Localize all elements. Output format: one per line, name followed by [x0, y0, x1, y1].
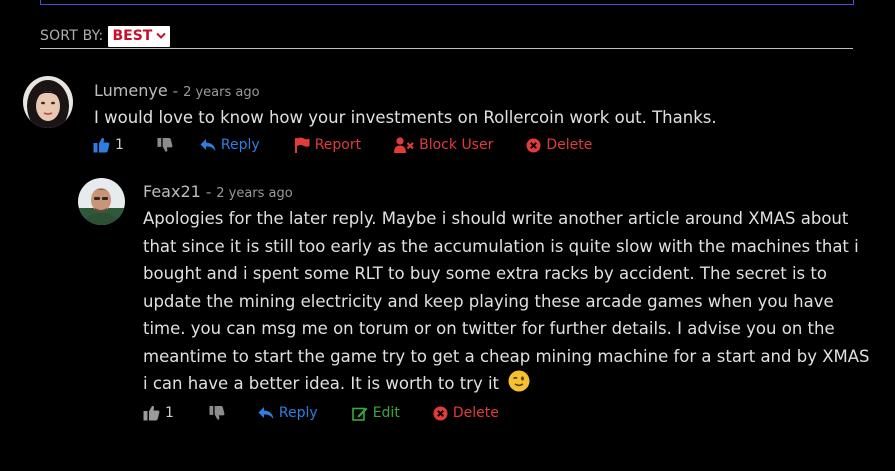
thumbs-up-icon: [93, 137, 110, 153]
comment-text: Apologies for the later reply. Maybe i s…: [143, 205, 873, 398]
comment-box-frame: [40, 0, 854, 5]
sort-selected-value: BEST: [112, 28, 153, 44]
comment-line: that since it is still too early as the …: [143, 236, 859, 256]
thumbs-down-icon: [157, 137, 173, 152]
reply-button[interactable]: Reply: [200, 137, 260, 153]
comment-header: Lumenye - 2 years ago: [94, 81, 260, 100]
user-block-icon: [394, 137, 414, 153]
reply-icon: [258, 407, 274, 419]
delete-button[interactable]: Delete: [526, 137, 592, 153]
sort-dropdown[interactable]: BEST: [108, 25, 171, 47]
comment-timestamp[interactable]: 2 years ago: [216, 186, 292, 201]
dislike-button[interactable]: [209, 405, 225, 421]
comment-text: I would love to know how your investment…: [94, 108, 717, 127]
thumbs-down-icon: [209, 405, 225, 420]
comment-line: update the mining electricity and keep p…: [143, 291, 834, 311]
thumbs-up-icon: [143, 405, 160, 421]
comment-actions: 1 Reply Edit Delete: [143, 405, 499, 421]
comment-line: bought and i spent some RLT to buy some …: [143, 264, 827, 283]
edit-label: Edit: [372, 405, 400, 421]
avatar[interactable]: [78, 178, 125, 225]
separator: -: [172, 82, 179, 100]
comment-line: i can have a better idea. It is worth to…: [143, 374, 500, 393]
separator: -: [205, 183, 212, 201]
comment-header: Feax21 - 2 years ago: [143, 182, 293, 201]
winking-face-icon: [508, 370, 530, 392]
comment-line: time. you can msg me on torum or on twit…: [143, 319, 835, 338]
comment-line: meantime to start the game try to get a …: [143, 346, 870, 366]
sort-label: SORT BY:: [40, 28, 104, 44]
edit-icon: [351, 407, 368, 421]
comment-line: Apologies for the later reply. Maybe i s…: [143, 209, 849, 228]
close-circle-icon: [433, 406, 448, 420]
reply-label: Reply: [278, 405, 318, 421]
close-circle-icon: [526, 138, 541, 152]
report-button[interactable]: Report: [294, 137, 361, 153]
delete-label: Delete: [452, 405, 499, 421]
comment-actions: 1 Reply Report Block User Delete: [93, 137, 592, 153]
reply-label: Reply: [220, 137, 260, 153]
reply-icon: [200, 139, 216, 151]
avatar[interactable]: [23, 76, 73, 128]
dislike-button[interactable]: [157, 137, 173, 153]
reply-button[interactable]: Reply: [258, 405, 318, 421]
like-button[interactable]: 1: [143, 405, 174, 421]
comment-author[interactable]: Feax21: [143, 182, 201, 201]
like-button[interactable]: 1: [93, 137, 124, 153]
report-label: Report: [314, 137, 362, 153]
block-user-label: Block User: [419, 137, 494, 153]
comment-author[interactable]: Lumenye: [94, 81, 168, 100]
delete-label: Delete: [546, 137, 593, 153]
like-count: 1: [115, 137, 124, 153]
comment-timestamp[interactable]: 2 years ago: [183, 85, 259, 100]
like-count: 1: [165, 405, 174, 421]
delete-button[interactable]: Delete: [433, 405, 499, 421]
comment-line-last: i can have a better idea. It is worth to…: [143, 370, 873, 398]
edit-button[interactable]: Edit: [351, 405, 400, 421]
chevron-down-icon: [156, 32, 167, 39]
sort-bar: SORT BY: BEST: [40, 24, 853, 49]
flag-icon: [294, 137, 310, 153]
block-user-button[interactable]: Block User: [394, 137, 493, 153]
